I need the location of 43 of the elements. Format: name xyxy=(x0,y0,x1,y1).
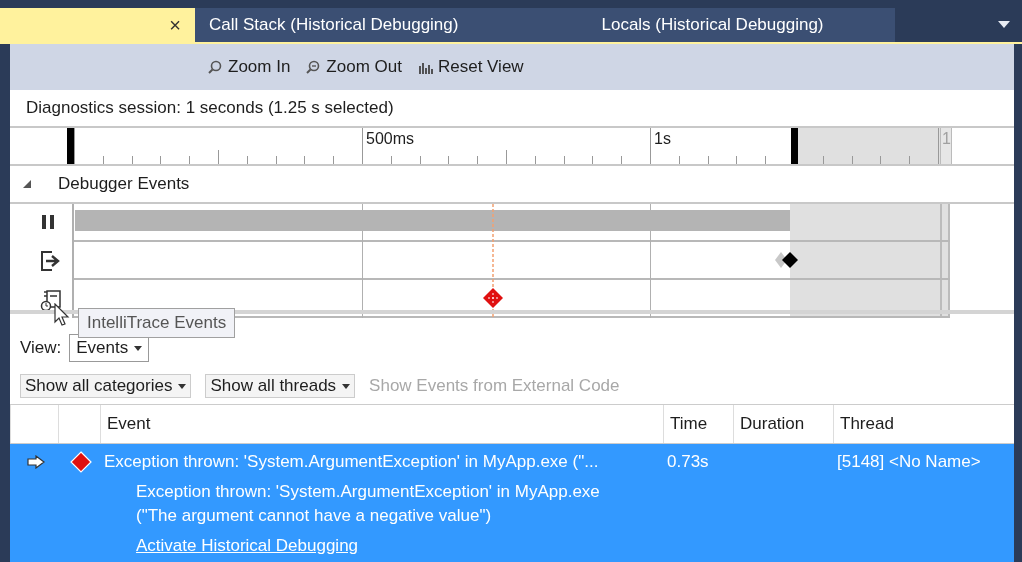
table-cell-text: [5148] <No Name> xyxy=(836,452,982,472)
filter-dropdown[interactable]: Show all threads xyxy=(205,374,356,398)
clock-list-icon xyxy=(40,289,62,312)
time-label: 1 xyxy=(941,130,951,148)
column-header[interactable]: Duration xyxy=(733,405,833,443)
pause-icon xyxy=(40,213,56,231)
column-header[interactable]: Thread xyxy=(833,405,1014,443)
tab[interactable]: × xyxy=(0,8,195,42)
tab[interactable]: Locals (Historical Debugging) xyxy=(530,8,895,42)
selection-handle[interactable] xyxy=(791,128,798,164)
time-label: 500ms xyxy=(365,130,415,148)
caret-icon xyxy=(342,383,351,389)
caret-icon xyxy=(134,345,143,351)
caret-icon xyxy=(178,383,187,389)
range-end-strip xyxy=(940,128,952,164)
table-cell-text: 0.73s xyxy=(666,452,710,472)
time-label: 1s xyxy=(653,130,671,148)
event-detail: ("The argument cannot have a negative value") xyxy=(136,505,493,527)
tooltip: IntelliTrace Events xyxy=(78,308,236,338)
view-label: View: xyxy=(20,338,62,358)
step-event-icon[interactable] xyxy=(774,251,800,269)
session-summary: Diagnostics session: 1 seconds (1.25 s selected) xyxy=(26,98,394,118)
exception-icon xyxy=(70,451,92,473)
magnifier-icon xyxy=(208,59,223,75)
dropdown-arrow-icon[interactable] xyxy=(998,21,1010,29)
filter-dropdown[interactable]: Show all categories xyxy=(20,374,192,398)
tab[interactable]: Call Stack (Historical Debugging) xyxy=(195,8,530,42)
magnifier-icon xyxy=(306,59,322,75)
toolbar-button[interactable]: Zoom In xyxy=(206,55,293,79)
event-row[interactable] xyxy=(10,444,1014,562)
toolbar-button[interactable]: Zoom Out xyxy=(304,55,404,79)
toolbar-button[interactable]: Reset View xyxy=(415,55,526,79)
step-out-icon xyxy=(40,250,60,272)
event-detail: Exception thrown: 'System.ArgumentException' in MyApp.exe xyxy=(136,481,601,503)
track-group-title: Debugger Events xyxy=(58,174,190,194)
selection-handle[interactable] xyxy=(67,128,74,164)
column-header[interactable]: Event xyxy=(100,405,663,443)
expander-icon[interactable] xyxy=(22,179,32,189)
column-header[interactable]: Time xyxy=(663,405,733,443)
close-button[interactable]: × xyxy=(169,13,181,37)
table-cell-text: Exception thrown: 'System.ArgumentException' in MyApp.exe ("... xyxy=(103,452,600,472)
mouse-cursor-icon xyxy=(54,303,70,327)
exception-event-icon[interactable] xyxy=(482,288,504,308)
